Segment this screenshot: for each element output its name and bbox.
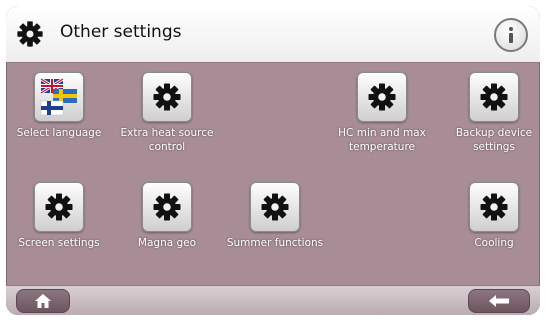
extra-heat-source-control-button[interactable]	[142, 72, 192, 122]
screen-settings-button[interactable]	[34, 182, 84, 232]
info-button[interactable]	[494, 18, 528, 52]
home-icon	[35, 294, 51, 308]
tile-label: Magna geo	[137, 237, 197, 249]
summer-functions-button[interactable]	[250, 182, 300, 232]
select-language-tile[interactable]: Select language	[9, 72, 109, 140]
back-button[interactable]	[468, 289, 530, 313]
tile-label: Cooling	[474, 237, 514, 249]
magna-geo-tile[interactable]: Magna geo	[117, 182, 217, 250]
backup-device-settings-tile[interactable]: Backup device settings	[444, 72, 540, 154]
settings-screen: Other settings Select language Extra hea…	[6, 6, 540, 315]
home-button[interactable]	[16, 289, 70, 313]
gear-icon	[479, 82, 509, 112]
gear-icon	[16, 20, 44, 48]
cooling-tile[interactable]: Cooling	[444, 182, 540, 250]
gear-icon	[152, 82, 182, 112]
tile-label: Select language	[16, 127, 102, 139]
footer-bar	[6, 285, 540, 315]
gear-icon	[479, 192, 509, 222]
screen-settings-tile[interactable]: Screen settings	[9, 182, 109, 250]
summer-functions-tile[interactable]: Summer functions	[225, 182, 325, 250]
back-arrow-icon	[489, 295, 509, 307]
tile-label: Backup device settings	[455, 127, 533, 153]
tile-label: HC min and max temperature	[338, 127, 426, 153]
hc-min-max-temperature-tile[interactable]: HC min and max temperature	[332, 72, 432, 154]
hc-min-max-temperature-button[interactable]	[357, 72, 407, 122]
backup-device-settings-button[interactable]	[469, 72, 519, 122]
gear-icon	[44, 192, 74, 222]
info-icon	[509, 27, 513, 43]
cooling-button[interactable]	[469, 182, 519, 232]
gear-icon	[367, 82, 397, 112]
gear-icon	[152, 192, 182, 222]
magna-geo-button[interactable]	[142, 182, 192, 232]
tile-label: Summer functions	[226, 237, 324, 249]
extra-heat-source-control-tile[interactable]: Extra heat source control	[117, 72, 217, 154]
language-flags-icon	[40, 77, 77, 116]
tile-label: Screen settings	[18, 237, 100, 249]
header-bar: Other settings	[6, 6, 540, 63]
tile-label: Extra heat source control	[120, 127, 214, 153]
select-language-button[interactable]	[34, 72, 84, 122]
page-title: Other settings	[60, 22, 182, 42]
gear-icon	[260, 192, 290, 222]
